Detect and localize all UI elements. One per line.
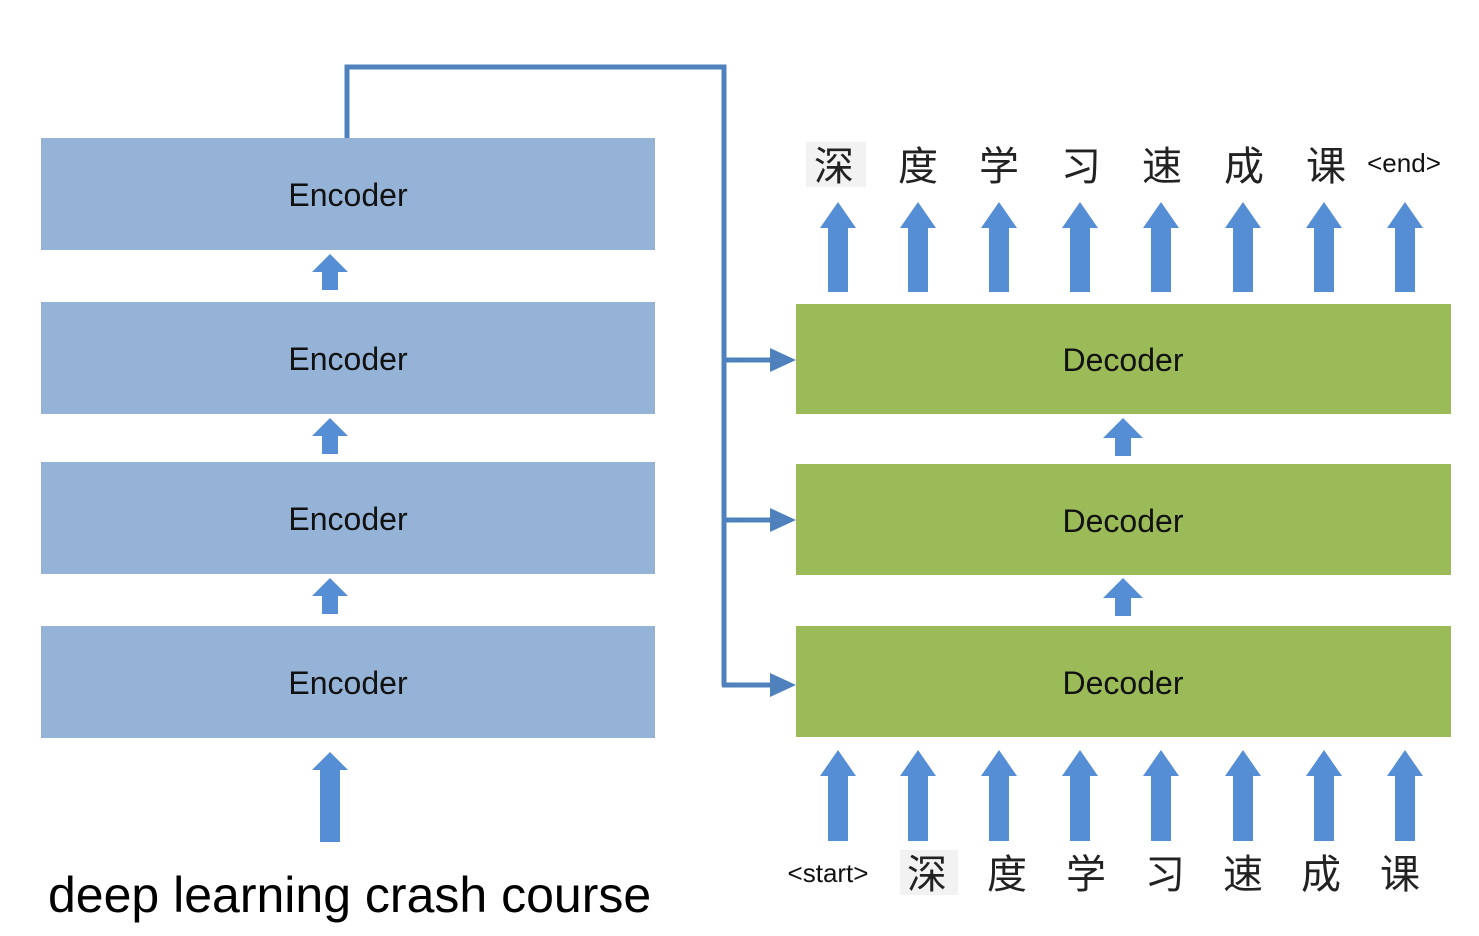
input-token: 速 <box>1223 852 1263 898</box>
output-token-arrow-icon <box>1062 202 1098 292</box>
encoder-block-label: Encoder <box>288 341 408 377</box>
connector-arrowhead-icon <box>770 508 796 532</box>
decoder-block-label: Decoder <box>1063 342 1184 378</box>
encoder-block-label: Encoder <box>288 501 408 537</box>
encoder-block-top: Encoder <box>41 138 655 250</box>
decoder-up-arrow-icon <box>1103 418 1143 456</box>
input-token-arrow-icon <box>1306 750 1342 841</box>
encoder-block-3: Encoder <box>41 462 655 574</box>
output-token: 成 <box>1224 144 1264 190</box>
input-tokens: <start> 深 度 学 习 速 成 课 <box>788 850 1420 898</box>
output-token-arrow-icon <box>820 202 856 292</box>
output-token-arrow-icon <box>1225 202 1261 292</box>
decoder-block-label: Decoder <box>1063 665 1184 701</box>
output-token: 习 <box>1061 144 1101 190</box>
decoder-stack: Decoder Decoder Decoder <box>796 304 1451 737</box>
encoder-block-label: Encoder <box>288 665 408 701</box>
input-token: 习 <box>1145 852 1185 898</box>
input-token-arrow-icon <box>820 750 856 841</box>
input-token-arrow-icon <box>900 750 936 841</box>
connector-arrowhead-icon <box>770 348 796 372</box>
decoder-block-middle: Decoder <box>796 464 1451 575</box>
decoder-block-label: Decoder <box>1063 503 1184 539</box>
decoder-block-top: Decoder <box>796 304 1451 414</box>
input-token: 深 <box>907 852 947 898</box>
output-token-arrow-icon <box>981 202 1017 292</box>
output-tokens: 深 度 学 习 速 成 课 <end> <box>806 142 1441 190</box>
source-input-arrow-icon <box>312 752 348 842</box>
decoder-up-arrow-icon <box>1103 578 1143 616</box>
input-token-arrow-icon <box>1225 750 1261 841</box>
encoder-block-2: Encoder <box>41 302 655 414</box>
input-token: 课 <box>1380 852 1420 898</box>
output-token-arrow-icon <box>1143 202 1179 292</box>
input-token: <start> <box>788 858 869 888</box>
encoder-up-arrow-icon <box>312 578 348 614</box>
encoder-block-bottom: Encoder <box>41 626 655 738</box>
input-token: 度 <box>987 852 1027 898</box>
output-token-arrow-icon <box>1387 202 1423 292</box>
input-token: 学 <box>1066 852 1106 898</box>
output-token-arrow-icon <box>1306 202 1342 292</box>
input-token-arrow-icon <box>1143 750 1179 841</box>
encoder-decoder-diagram: Encoder Encoder Encoder Encoder deep lea… <box>41 64 1451 923</box>
source-sentence: deep learning crash course <box>48 867 651 923</box>
output-token: 学 <box>979 144 1019 190</box>
encoder-stack: Encoder Encoder Encoder Encoder <box>41 138 655 842</box>
decoder-block-bottom: Decoder <box>796 626 1451 737</box>
output-token: 深 <box>814 144 854 190</box>
encoder-up-arrow-icon <box>312 418 348 454</box>
encoder-up-arrow-icon <box>312 254 348 290</box>
output-token: <end> <box>1367 148 1441 178</box>
connector-arrowhead-icon <box>770 673 796 697</box>
output-token: 速 <box>1142 144 1182 190</box>
output-token: 课 <box>1306 144 1346 190</box>
input-token-arrow-icon <box>1387 750 1423 841</box>
output-token-arrow-icon <box>900 202 936 292</box>
input-token-arrow-icon <box>1062 750 1098 841</box>
input-arrows <box>820 750 1423 841</box>
input-token-arrow-icon <box>981 750 1017 841</box>
output-token: 度 <box>898 144 938 190</box>
output-arrows <box>820 202 1423 292</box>
input-token: 成 <box>1301 852 1341 898</box>
encoder-block-label: Encoder <box>288 177 408 213</box>
